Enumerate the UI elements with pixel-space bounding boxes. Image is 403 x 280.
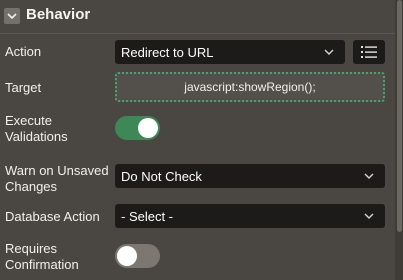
target-label: Target [5,80,42,95]
warn-unsaved-label: Warn on Unsaved Changes [5,163,109,195]
target-field[interactable]: javascript:showRegion(); [115,72,385,102]
warn-unsaved-label-line1: Warn on Unsaved [5,163,109,178]
section-title: Behavior [26,6,91,23]
database-action-label: Database Action [5,209,100,224]
execute-validations-label-line1: Execute [5,113,52,128]
warn-unsaved-select[interactable]: Do Not Check [115,164,385,188]
toggle-knob [117,246,137,266]
requires-confirmation-toggle[interactable] [115,244,160,268]
action-label: Action [5,44,42,59]
chevron-down-icon [324,49,334,55]
action-select[interactable]: Redirect to URL [115,40,345,64]
section-header-behavior[interactable]: Behavior [0,0,395,34]
chevron-down-icon[interactable] [4,8,20,24]
toggle-knob [138,118,158,138]
requires-confirmation-label-line2: Confirmation [5,257,79,272]
database-action-select-value: - Select - [121,208,174,224]
chevron-down-icon [364,173,374,179]
requires-confirmation-label-line1: Requires [5,241,58,256]
target-value: javascript:showRegion(); [184,80,316,94]
execute-validations-label: Execute Validations [5,113,68,145]
execute-validations-label-line2: Validations [5,129,68,144]
scrollbar-thumb[interactable] [397,0,402,232]
warn-unsaved-label-line2: Changes [5,179,58,194]
execute-validations-toggle[interactable] [115,116,160,140]
section-divider [0,33,395,34]
requires-confirmation-label: Requires Confirmation [5,241,79,273]
database-action-select[interactable]: - Select - [115,204,385,228]
warn-unsaved-select-value: Do Not Check [121,168,202,184]
chevron-down-icon [364,213,374,219]
list-icon [361,46,377,58]
action-select-value: Redirect to URL [121,44,214,60]
list-picker-button[interactable] [353,40,385,64]
